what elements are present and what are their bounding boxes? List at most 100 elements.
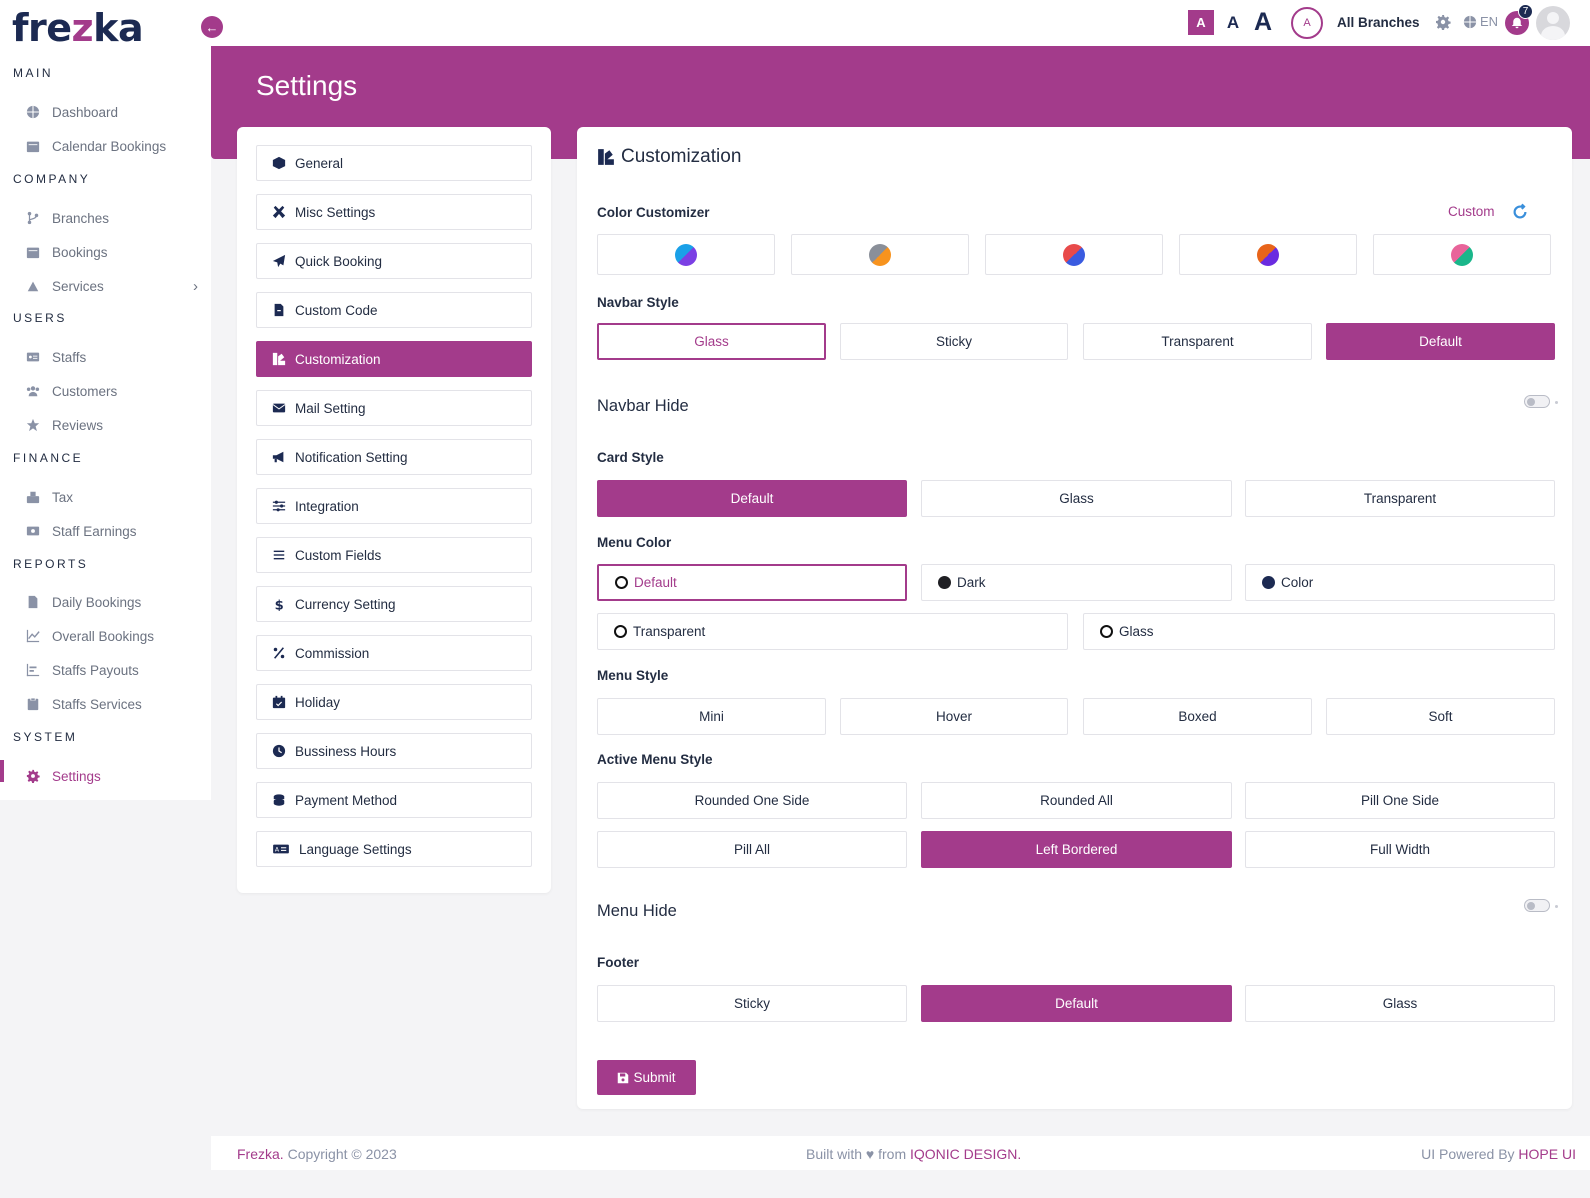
color-swatch-3[interactable] xyxy=(985,234,1163,275)
sidebar-item-overall-bookings[interactable]: Overall Bookings xyxy=(25,625,190,647)
submit-button[interactable]: Submit xyxy=(597,1060,696,1095)
settings-menu-mail[interactable]: Mail Setting xyxy=(256,390,532,426)
footer-powered-by: UI Powered By HOPE UI xyxy=(1421,1146,1576,1162)
color-swatch-1[interactable] xyxy=(597,234,775,275)
active-menu-rounded-one-side[interactable]: Rounded One Side xyxy=(597,782,907,819)
card-style-glass[interactable]: Glass xyxy=(921,480,1232,517)
color-swatch-4[interactable] xyxy=(1179,234,1357,275)
settings-menu-quick-booking[interactable]: Quick Booking xyxy=(256,243,532,279)
settings-menu-customization[interactable]: Customization xyxy=(256,341,532,377)
option-label: Transparent xyxy=(633,624,706,639)
powered-text: UI Powered By xyxy=(1421,1146,1519,1162)
footer-style-sticky[interactable]: Sticky xyxy=(597,985,907,1022)
footer-brand-link[interactable]: Frezka. xyxy=(237,1146,284,1162)
settings-menu-custom-code[interactable]: Custom Code xyxy=(256,292,532,328)
card-style-transparent[interactable]: Transparent xyxy=(1245,480,1555,517)
settings-menu-business-hours[interactable]: Bussiness Hours xyxy=(256,733,532,769)
sidebar-item-tax[interactable]: Tax xyxy=(25,486,190,508)
sidebar-item-label: Tax xyxy=(52,489,74,505)
sidebar-item-label: Customers xyxy=(52,383,118,399)
branch-avatar[interactable]: A xyxy=(1291,7,1323,39)
sidebar-item-staffs-payouts[interactable]: Staffs Payouts xyxy=(25,659,190,681)
settings-menu-holiday[interactable]: Holiday xyxy=(256,684,532,720)
chevron-right-icon[interactable]: › xyxy=(193,278,198,295)
sidebar-item-bookings[interactable]: Bookings xyxy=(25,241,190,263)
menu-color-glass[interactable]: Glass xyxy=(1083,613,1555,650)
active-menu-pill-all[interactable]: Pill All xyxy=(597,831,907,868)
color-swatch-2[interactable] xyxy=(791,234,969,275)
swatch-circle xyxy=(869,243,891,266)
active-menu-left-bordered[interactable]: Left Bordered xyxy=(921,831,1232,868)
arrow-left-icon: ← xyxy=(205,19,219,35)
calendar-icon xyxy=(25,138,41,154)
menu-color-dark[interactable]: Dark xyxy=(921,564,1232,601)
custom-color-link[interactable]: Custom xyxy=(1448,204,1495,219)
menu-color-transparent[interactable]: Transparent xyxy=(597,613,1068,650)
menu-style-mini[interactable]: Mini xyxy=(597,698,826,735)
sidebar-item-label: Daily Bookings xyxy=(52,594,142,610)
language-selector[interactable]: EN xyxy=(1463,14,1498,29)
active-menu-rounded-all[interactable]: Rounded All xyxy=(921,782,1232,819)
user-avatar[interactable] xyxy=(1536,6,1570,40)
iqonic-link[interactable]: IQONIC DESIGN. xyxy=(910,1146,1021,1162)
font-size-large-button[interactable]: A xyxy=(1250,6,1276,38)
active-menu-pill-one-side[interactable]: Pill One Side xyxy=(1245,782,1555,819)
settings-menu-integration[interactable]: Integration xyxy=(256,488,532,524)
sidebar-item-daily-bookings[interactable]: Daily Bookings xyxy=(25,591,190,613)
sidebar-item-branches[interactable]: Branches xyxy=(25,207,190,229)
settings-menu-language[interactable]: A Language Settings xyxy=(256,831,532,867)
settings-menu-currency[interactable]: $ Currency Setting xyxy=(256,586,532,622)
logo[interactable]: frezka xyxy=(12,6,144,50)
menu-style-boxed[interactable]: Boxed xyxy=(1083,698,1312,735)
sidebar-item-staffs[interactable]: Staffs xyxy=(25,346,190,368)
active-menu-full-width[interactable]: Full Width xyxy=(1245,831,1555,868)
sidebar-item-staff-earnings[interactable]: Staff Earnings xyxy=(25,520,190,542)
menu-color-default[interactable]: Default xyxy=(597,564,907,601)
menu-label: General xyxy=(295,155,344,171)
navbar-style-label: Navbar Style xyxy=(597,295,679,310)
navbar-style-sticky[interactable]: Sticky xyxy=(840,323,1068,360)
active-menu-style-label: Active Menu Style xyxy=(597,752,713,767)
sliders-icon xyxy=(271,498,287,514)
sidebar-item-customers[interactable]: Customers xyxy=(25,380,190,402)
settings-menu-custom-fields[interactable]: Custom Fields xyxy=(256,537,532,573)
color-swatch-5[interactable] xyxy=(1373,234,1551,275)
menu-style-hover[interactable]: Hover xyxy=(840,698,1068,735)
settings-menu-notification[interactable]: Notification Setting xyxy=(256,439,532,475)
navbar-style-glass[interactable]: Glass xyxy=(597,323,826,360)
option-label: Color xyxy=(1281,575,1314,590)
menu-color-label: Menu Color xyxy=(597,535,672,550)
font-size-medium-button[interactable]: A xyxy=(1222,10,1244,35)
chart-line-icon xyxy=(25,628,41,644)
refresh-icon[interactable] xyxy=(1511,203,1529,221)
sidebar-item-dashboard[interactable]: Dashboard xyxy=(25,101,190,123)
sidebar-item-settings[interactable]: Settings xyxy=(25,765,190,787)
settings-menu-misc[interactable]: Misc Settings xyxy=(256,194,532,230)
svg-text:$: $ xyxy=(275,598,284,611)
menu-color-color[interactable]: Color xyxy=(1245,564,1555,601)
settings-menu-payment-method[interactable]: Payment Method xyxy=(256,782,532,818)
calendar-icon xyxy=(25,244,41,260)
navbar-style-default[interactable]: Default xyxy=(1326,323,1555,360)
menu-style-soft[interactable]: Soft xyxy=(1326,698,1555,735)
footer-style-glass[interactable]: Glass xyxy=(1245,985,1555,1022)
navbar-style-transparent[interactable]: Transparent xyxy=(1083,323,1312,360)
hope-ui-link[interactable]: HOPE UI xyxy=(1518,1146,1576,1162)
navbar-hide-toggle[interactable] xyxy=(1524,395,1550,408)
font-size-small-button[interactable]: A xyxy=(1188,10,1214,35)
copyright-text: Copyright © 2023 xyxy=(283,1146,397,1162)
sidebar-item-calendar-bookings[interactable]: Calendar Bookings xyxy=(25,135,190,157)
sidebar-item-label: Services xyxy=(52,278,104,294)
menu-hide-toggle[interactable] xyxy=(1524,899,1550,912)
sidebar-collapse-button[interactable]: ← xyxy=(201,16,223,38)
branch-selector[interactable]: All Branches xyxy=(1337,15,1420,30)
settings-menu-general[interactable]: General xyxy=(256,145,532,181)
settings-menu-commission[interactable]: Commission xyxy=(256,635,532,671)
sidebar-item-reviews[interactable]: Reviews xyxy=(25,414,190,436)
sidebar-item-services[interactable]: Services › xyxy=(25,275,198,297)
footer-style-default[interactable]: Default xyxy=(921,985,1232,1022)
sidebar-item-staffs-services[interactable]: Staffs Services xyxy=(25,693,190,715)
gear-icon[interactable] xyxy=(1435,14,1451,31)
card-style-default[interactable]: Default xyxy=(597,480,907,517)
gear-icon xyxy=(25,768,41,784)
